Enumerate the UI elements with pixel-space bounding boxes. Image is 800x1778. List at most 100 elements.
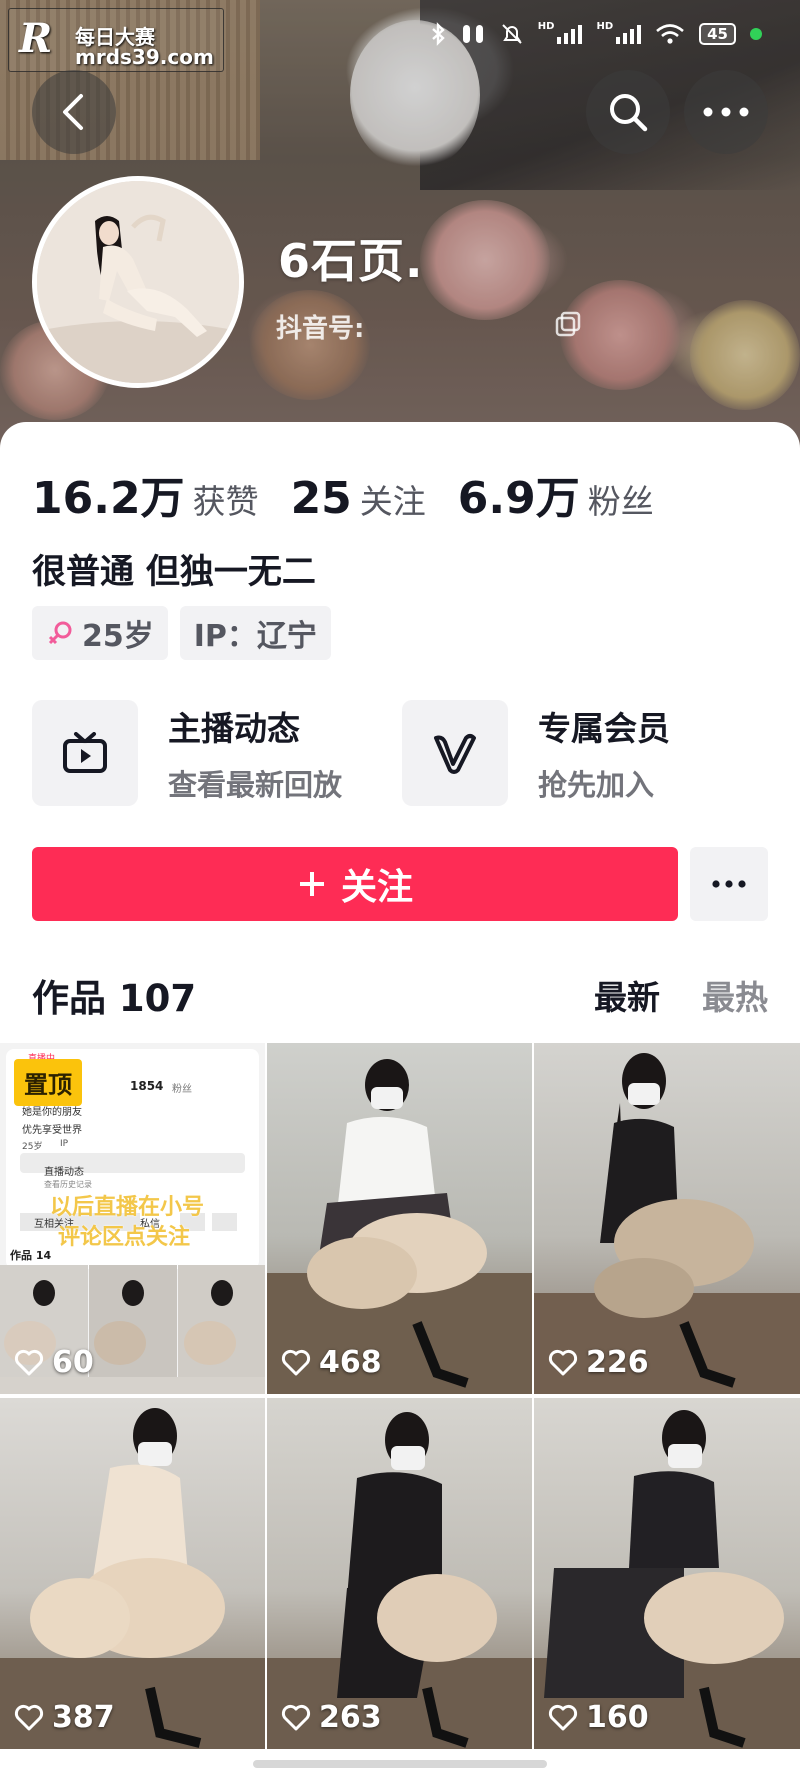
feature-icon-box	[32, 700, 138, 806]
following-count[interactable]: 25	[291, 473, 352, 524]
works-count-title[interactable]: 作品 107	[32, 968, 196, 1022]
mini-live-entry: 直播动态	[44, 1167, 84, 1178]
membership-entry[interactable]: 专属会员 抢先加入	[402, 700, 772, 806]
plus-icon	[299, 872, 324, 896]
female-gender-icon	[48, 621, 72, 645]
back-button[interactable]	[32, 70, 116, 154]
video-likes-count: 160	[586, 1700, 649, 1735]
video-likes: 387	[14, 1700, 115, 1735]
heart-icon	[548, 1349, 578, 1375]
ip-location-tag: IP：辽宁	[179, 606, 331, 660]
avatar[interactable]	[32, 176, 244, 388]
home-indicator[interactable]	[253, 1760, 547, 1768]
mini-ip: IP	[60, 1139, 69, 1149]
video-tile[interactable]: 468	[267, 1043, 532, 1394]
heart-icon	[281, 1704, 311, 1730]
wifi-icon	[656, 24, 684, 44]
pinned-overlay-text-1: 以后直播在小号	[50, 1195, 205, 1220]
chevron-left-icon	[63, 94, 83, 130]
followers-count[interactable]: 6.9万	[458, 462, 580, 526]
membership-title: 专属会员	[538, 709, 670, 748]
profile-stats: 16.2万 获赞 25 关注 6.9万 粉丝	[32, 462, 686, 526]
video-tile[interactable]: 387	[0, 1398, 265, 1749]
mini-fans-label: 粉丝	[172, 1084, 192, 1095]
mute-bell-icon	[502, 24, 522, 44]
works-sort-tabs: 最新 最热	[594, 971, 768, 1019]
video-tile[interactable]: 263	[267, 1398, 532, 1749]
video-likes-count: 60	[52, 1345, 94, 1380]
video-thumbnail	[267, 1412, 532, 1749]
signal-icon	[557, 25, 583, 44]
follow-button[interactable]: 关注	[32, 847, 678, 921]
signal-hd-label: HD	[537, 20, 555, 32]
video-likes-count: 468	[319, 1345, 382, 1380]
video-thumbnail	[267, 1059, 532, 1394]
video-likes-count: 387	[52, 1700, 115, 1735]
signal-hd-label: HD	[596, 20, 614, 32]
more-options-button[interactable]	[684, 70, 768, 154]
tv-icon	[63, 732, 107, 773]
feature-icon-box	[402, 700, 508, 806]
douyin-id: 抖音号:	[276, 314, 365, 344]
more-dots-icon	[703, 107, 749, 117]
video-thumbnail	[0, 1408, 265, 1749]
age-tag: 25岁	[32, 606, 168, 660]
tab-hottest[interactable]: 最热	[702, 971, 768, 1019]
copy-icon[interactable]	[554, 310, 582, 338]
live-updates-title: 主播动态	[168, 709, 300, 748]
avatar-photo	[37, 181, 239, 383]
profile-bio: 很普通 但独一无二	[32, 552, 316, 592]
video-likes: 226	[548, 1345, 649, 1380]
watermark-logo: R 每日大赛 mrds39.com	[8, 8, 224, 72]
bluetooth-icon	[431, 22, 445, 46]
heart-icon	[14, 1349, 44, 1375]
pinned-badge: 置顶	[14, 1059, 82, 1106]
mini-age: 25岁	[22, 1142, 43, 1152]
mini-works: 作品 14	[10, 1249, 52, 1262]
video-likes: 160	[548, 1700, 649, 1735]
mini-tag: 优先享受世界	[22, 1125, 82, 1136]
video-tile[interactable]: 160	[534, 1398, 800, 1749]
more-dots-icon	[712, 880, 746, 888]
signal-icon	[616, 25, 642, 44]
tab-latest[interactable]: 最新	[594, 971, 660, 1019]
age-label: 25岁	[82, 619, 154, 654]
heart-icon	[14, 1704, 44, 1730]
search-button[interactable]	[586, 70, 670, 154]
video-likes-count: 263	[319, 1700, 382, 1735]
live-updates-entry[interactable]: 主播动态 查看最新回放	[32, 700, 402, 806]
status-bar: HD HD 45	[430, 20, 762, 46]
membership-subtitle: 抢先加入	[538, 768, 655, 802]
heart-icon	[281, 1349, 311, 1375]
pinned-overlay-text-2: 评论区点关注	[58, 1225, 191, 1250]
video-tile[interactable]: 直播中 1854 粉丝 她是你的朋友 优先享受世界 25岁 IP 直播动态 查看…	[0, 1043, 265, 1394]
video-thumbnail	[534, 1410, 800, 1749]
video-likes: 468	[281, 1345, 382, 1380]
feature-entries: 主播动态 查看最新回放 专属会员 抢先加入	[32, 700, 772, 806]
search-icon	[610, 94, 648, 132]
profile-tags: 25岁 IP：辽宁	[32, 606, 331, 660]
heart-icon	[548, 1704, 578, 1730]
privacy-indicator-dot	[750, 28, 762, 40]
watermark-logo-letter: R	[19, 15, 53, 62]
works-grid: 直播中 1854 粉丝 她是你的朋友 优先享受世界 25岁 IP 直播动态 查看…	[0, 1043, 800, 1749]
mini-fans-count: 1854	[130, 1079, 164, 1093]
follow-label: 关注	[340, 867, 413, 908]
follow-actions: 关注	[32, 847, 768, 921]
profile-nickname: 6石页.	[278, 234, 424, 288]
video-likes: 263	[281, 1700, 382, 1735]
likes-label[interactable]: 获赞	[193, 475, 259, 523]
earbuds-icon	[462, 25, 483, 43]
v-member-icon	[434, 734, 476, 774]
video-likes-count: 226	[586, 1345, 649, 1380]
follow-more-button[interactable]	[690, 847, 768, 921]
battery-level: 45	[699, 23, 736, 45]
video-thumbnail	[534, 1053, 800, 1394]
likes-count[interactable]: 16.2万	[32, 462, 185, 526]
video-likes: 60	[14, 1345, 94, 1380]
watermark-url: mrds39.com	[75, 45, 214, 69]
followers-label[interactable]: 粉丝	[588, 475, 654, 523]
live-updates-subtitle: 查看最新回放	[168, 768, 343, 802]
following-label[interactable]: 关注	[360, 475, 426, 523]
video-tile[interactable]: 226	[534, 1043, 800, 1394]
